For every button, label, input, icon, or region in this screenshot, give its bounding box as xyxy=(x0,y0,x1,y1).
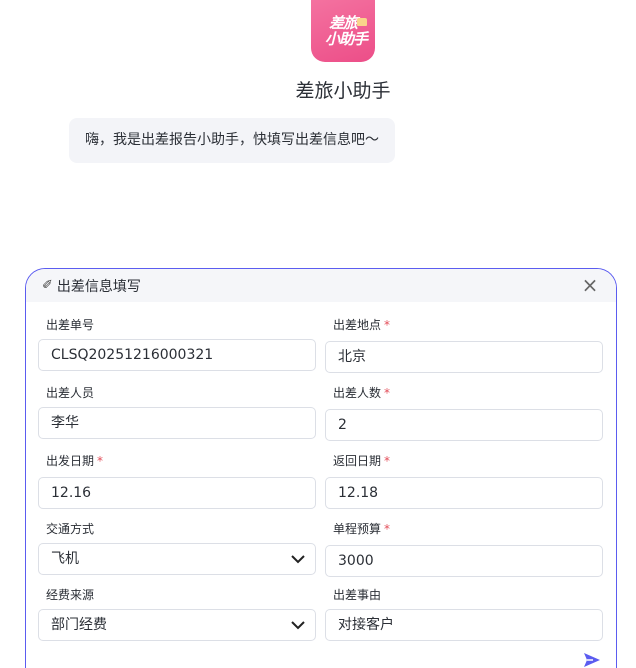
transport-select[interactable]: 飞机 xyxy=(38,543,316,575)
field-label: 经费来源 xyxy=(46,588,95,602)
field-label: 出差单号 xyxy=(46,318,95,332)
field-label: 出发日期 * xyxy=(46,454,104,468)
field-label: 交通方式 xyxy=(46,522,95,536)
chevron-down-icon xyxy=(291,545,305,575)
field-fund-source: 经费来源 部门经费 xyxy=(38,587,326,641)
logo-text-line2: 小助手 xyxy=(324,30,368,48)
logo-text-line1: 差旅 xyxy=(328,14,358,32)
purpose-input[interactable]: 对接客户 xyxy=(325,609,603,641)
field-transport: 交通方式 飞机 xyxy=(38,521,326,575)
required-mark: * xyxy=(384,386,391,400)
form-title: 出差信息填写 xyxy=(56,278,141,295)
close-button[interactable]: × xyxy=(580,275,600,295)
field-traveler-count: 出差人数 * 2 xyxy=(325,385,613,441)
field-label: 出差事由 xyxy=(333,588,382,602)
travelers-input[interactable]: 李华 xyxy=(38,407,316,439)
chevron-down-icon xyxy=(291,611,305,641)
field-travelers: 出差人员 李华 xyxy=(38,385,326,439)
required-mark: * xyxy=(384,318,391,332)
trip-info-form: ✐ 出差信息填写 × 出差单号 CLSQ20251216000321 出差地点 *… xyxy=(25,268,617,668)
form-header: ✐ 出差信息填写 xyxy=(26,269,616,302)
assistant-greeting-bubble: 嗨，我是出差报告小助手，快填写出差信息吧～ xyxy=(69,118,395,163)
fund-source-select[interactable]: 部门经费 xyxy=(38,609,316,641)
field-label: 单程预算 * xyxy=(333,522,391,536)
traveler-count-input[interactable]: 2 xyxy=(325,409,603,441)
send-icon xyxy=(584,653,600,667)
field-depart-date: 出发日期 * 12.16 xyxy=(38,453,326,509)
field-budget: 单程预算 * 3000 xyxy=(325,521,613,577)
field-trip-number: 出差单号 CLSQ20251216000321 xyxy=(38,317,326,371)
fund-source-selected-value: 部门经费 xyxy=(51,617,107,633)
trip-number-input[interactable]: CLSQ20251216000321 xyxy=(38,339,316,371)
required-mark: * xyxy=(384,454,391,468)
send-button[interactable] xyxy=(583,652,601,668)
field-location: 出差地点 * 北京 xyxy=(325,317,613,373)
return-date-input[interactable]: 12.18 xyxy=(325,477,603,509)
field-label: 返回日期 * xyxy=(333,454,391,468)
pen-icon: ✐ xyxy=(42,278,53,293)
field-label: 出差人员 xyxy=(46,386,95,400)
cake-icon xyxy=(357,18,367,26)
app-title: 差旅小助手 xyxy=(295,80,391,102)
field-purpose: 出差事由 对接客户 xyxy=(325,587,613,641)
field-label: 出差人数 * xyxy=(333,386,391,400)
transport-selected-value: 飞机 xyxy=(51,551,79,567)
required-mark: * xyxy=(384,522,391,536)
field-return-date: 返回日期 * 12.18 xyxy=(325,453,613,509)
chat-page: 差旅 小助手 差旅小助手 嗨，我是出差报告小助手，快填写出差信息吧～ ✐ 出差信… xyxy=(0,0,636,668)
app-logo: 差旅 小助手 xyxy=(311,0,375,62)
required-mark: * xyxy=(97,454,104,468)
field-label: 出差地点 * xyxy=(333,318,391,332)
location-input[interactable]: 北京 xyxy=(325,341,603,373)
depart-date-input[interactable]: 12.16 xyxy=(38,477,316,509)
budget-input[interactable]: 3000 xyxy=(325,545,603,577)
